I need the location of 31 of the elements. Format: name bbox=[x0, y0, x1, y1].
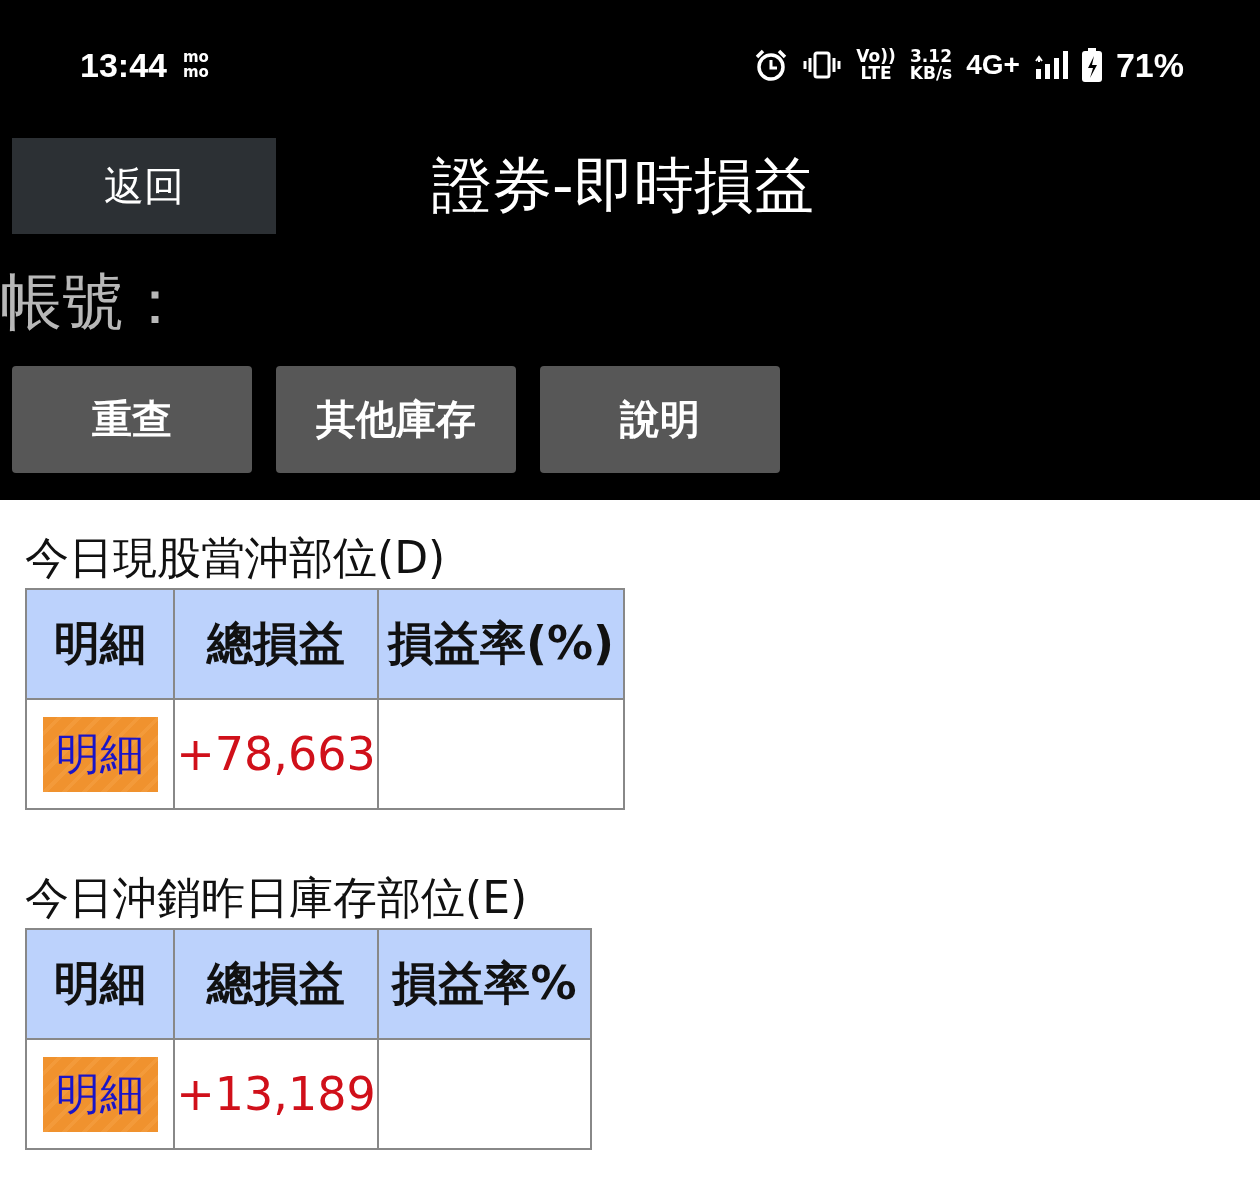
column-header: 明細 bbox=[26, 589, 174, 699]
network-speed: KB/s bbox=[909, 65, 953, 82]
volte-text: Vo)) bbox=[856, 48, 896, 65]
action-button[interactable]: 說明 bbox=[540, 366, 780, 473]
page-title: 證券-即時損益 bbox=[432, 148, 814, 222]
network-speed: 3.12 bbox=[910, 48, 952, 65]
column-header: 總損益 bbox=[174, 589, 378, 699]
action-button[interactable]: 重查 bbox=[12, 366, 252, 473]
column-header: 損益率(%) bbox=[378, 589, 624, 699]
vibrate-icon bbox=[802, 50, 843, 80]
network-type: 4G+ bbox=[966, 49, 1020, 81]
signal-icon bbox=[1033, 49, 1068, 81]
back-button[interactable]: 返回 bbox=[12, 138, 276, 234]
alarm-clock-icon bbox=[754, 48, 789, 82]
notification-text: mo bbox=[182, 50, 209, 65]
clock-time: 13:44 bbox=[80, 45, 167, 85]
column-header: 明細 bbox=[26, 929, 174, 1039]
section-title: 今日現股當沖部位(D) bbox=[25, 531, 447, 585]
section-title: 今日沖銷昨日庫存部位(E) bbox=[25, 871, 529, 925]
detail-button[interactable]: 明細 bbox=[42, 1056, 158, 1132]
column-header: 損益率% bbox=[378, 929, 591, 1039]
volte-text: LTE bbox=[860, 65, 892, 82]
profit-cell: +78,663 bbox=[174, 699, 378, 809]
notification-text: mo bbox=[182, 65, 209, 80]
account-label: 帳號： bbox=[0, 264, 186, 340]
detail-button[interactable]: 明細 bbox=[42, 716, 158, 792]
battery-charging-icon bbox=[1081, 48, 1102, 82]
action-button[interactable]: 其他庫存 bbox=[276, 366, 516, 473]
profit-cell: +13,189 bbox=[174, 1039, 378, 1149]
column-header: 總損益 bbox=[174, 929, 378, 1039]
battery-percent: 71% bbox=[1115, 45, 1184, 85]
